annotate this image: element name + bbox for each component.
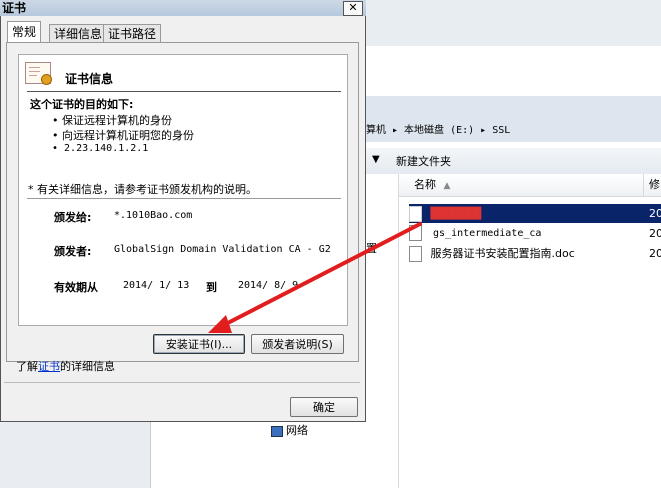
certificate-info-heading: 证书信息 [65, 72, 114, 86]
explorer-tree-pane: 网络 [150, 420, 367, 488]
column-header-name[interactable]: 名称 ▲ [399, 174, 644, 197]
explorer-command-bar: ▼ 新建文件夹 [366, 148, 661, 175]
explorer-top-area [362, 0, 661, 46]
nav-partial-label: 置 [366, 242, 377, 255]
valid-from: 2014/ 1/ 13 [123, 280, 190, 291]
purpose-item: • 向远程计算机证明您的身份 [52, 129, 194, 142]
purpose-title: 这个证书的目的如下: [30, 98, 134, 111]
purpose-item: • 保证远程计算机的身份 [52, 114, 172, 127]
issued-to-label: 颁发给: [54, 211, 92, 224]
column-header-modified[interactable]: 修 [644, 174, 661, 197]
tab-details[interactable]: 详细信息 [49, 24, 108, 43]
document-file-icon [409, 246, 422, 262]
explorer-file-list: 名称 ▲ 修 ██████ 20 gs_intermediate_ca 20 服… [399, 174, 661, 488]
divider [27, 91, 341, 92]
issued-by-value: GlobalSign Domain Validation CA - G2 [114, 244, 331, 255]
learn-more-text: 了解证书的详细信息 [16, 360, 115, 373]
dialog-title: 证书 [2, 1, 27, 15]
explorer-address-bar[interactable]: 算机 ▸ 本地磁盘 (E:) ▸ SSL [366, 96, 661, 142]
learn-more-link[interactable]: 证书 [38, 360, 60, 373]
network-tree-item[interactable]: 网络 [271, 422, 308, 438]
certificate-file-icon [409, 225, 422, 241]
file-name: ██████ [430, 207, 482, 220]
file-row[interactable]: ██████ 20 [409, 204, 661, 223]
divider [27, 198, 341, 199]
certificate-file-icon [409, 206, 422, 222]
network-icon [271, 425, 283, 437]
issuer-note: * 有关详细信息，请参考证书颁发机构的说明。 [28, 183, 257, 196]
organize-dropdown-icon[interactable]: ▼ [372, 154, 380, 165]
close-button[interactable]: ✕ [343, 1, 363, 16]
explorer-blank-area [362, 46, 661, 96]
file-row[interactable]: 服务器证书安装配置指南.doc 20 [409, 244, 661, 263]
file-row[interactable]: gs_intermediate_ca 20 [409, 224, 661, 243]
divider [4, 382, 360, 383]
dialog-titlebar[interactable] [0, 0, 366, 16]
new-folder-button[interactable]: 新建文件夹 [396, 153, 451, 169]
validity-label: 有效期从 [54, 281, 98, 294]
issued-by-label: 颁发者: [54, 245, 92, 258]
file-name: gs_intermediate_ca [433, 228, 542, 239]
certificate-icon [25, 62, 52, 85]
purpose-item: • 2.23.140.1.2.1 [52, 143, 149, 154]
file-name: 服务器证书安装配置指南.doc [430, 247, 575, 260]
install-certificate-button[interactable]: 安装证书(I)... [153, 334, 245, 354]
ok-button[interactable]: 确定 [290, 397, 358, 417]
explorer-nav-pane: 置 [366, 174, 399, 488]
tab-general[interactable]: 常规 [7, 21, 42, 43]
issued-to-value: *.1010Bao.com [114, 210, 193, 221]
breadcrumb[interactable]: 算机 ▸ 本地磁盘 (E:) ▸ SSL [366, 121, 510, 136]
valid-to: 2014/ 8/ 9 [238, 280, 299, 291]
validity-to-label: 到 [206, 281, 217, 294]
sort-asc-icon: ▲ [443, 181, 451, 191]
issuer-statement-button[interactable]: 颁发者说明(S) [251, 334, 344, 354]
tab-certification-path[interactable]: 证书路径 [103, 24, 162, 43]
